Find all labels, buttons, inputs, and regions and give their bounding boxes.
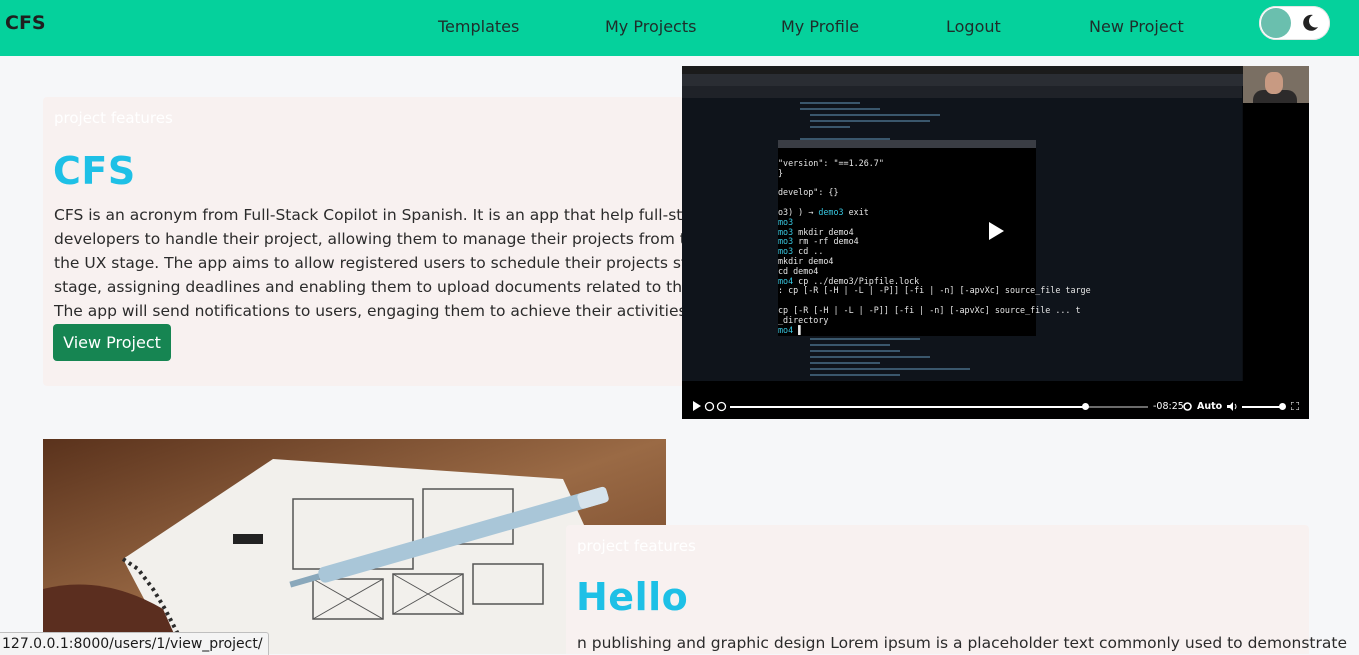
code-line <box>810 362 880 364</box>
terminal-dir: mo3 <box>778 216 794 227</box>
project-description: CFS is an acronym from Full-Stack Copilo… <box>54 206 766 320</box>
terminal-dir: mo4 <box>778 324 794 335</box>
terminal-text: : cp [-R [-H | -L | -P]] [-fi | -n] [-ap… <box>778 285 1091 296</box>
browser-status-url: 127.0.0.1:8000/users/1/view_project/ <box>0 632 269 655</box>
terminal-line: "version": "==1.26.7" <box>778 158 884 168</box>
terminal-text: exit <box>843 207 869 217</box>
terminal-text: mkdir demo4 <box>778 256 834 266</box>
code-line <box>800 108 880 110</box>
project-title: Hello <box>576 575 689 619</box>
video-controls: -08:25 Auto <box>682 381 1309 419</box>
terminal-text: mkdir demo4 <box>793 226 854 237</box>
terminal-line: mkdir demo4 <box>778 256 833 266</box>
terminal-text: rm -rf demo4 <box>793 236 859 247</box>
terminal-dir: mo3 <box>778 236 794 247</box>
terminal-dir: demo3 <box>818 207 844 217</box>
terminal-text: cp [-R [-H | -L | -P]] [-fi | -n] [-apvX… <box>778 305 1081 315</box>
project-description: n publishing and graphic design Lorem ip… <box>577 634 1347 652</box>
settings-gear-icon[interactable] <box>1182 401 1193 412</box>
video-player[interactable]: "version": "==1.26.7"} develop": {} o3) ) … <box>682 66 1309 419</box>
fullscreen-icon[interactable] <box>1291 402 1299 410</box>
browser-tab-bar <box>682 74 1309 86</box>
volume-thumb[interactable] <box>1279 403 1286 410</box>
code-line <box>810 120 930 122</box>
video-side-strip <box>1243 103 1309 381</box>
terminal-text: cd .. <box>793 246 824 257</box>
terminal-line: cd demo4 <box>778 266 818 276</box>
code-line <box>810 344 890 346</box>
terminal-text: "version": "==1.26.7" <box>778 158 884 168</box>
terminal-line: mo3 cd .. <box>778 246 823 256</box>
terminal-dir: mo4 <box>778 275 794 286</box>
progress-fill <box>730 406 1086 408</box>
terminal-prompt: o3) ) → <box>778 207 819 217</box>
rewind-icon[interactable] <box>704 401 715 412</box>
browser-url-bar <box>682 86 1242 98</box>
project-title: CFS <box>53 149 136 193</box>
moon-icon <box>1303 14 1318 31</box>
progress-thumb[interactable] <box>1082 403 1090 410</box>
toggle-knob <box>1261 8 1291 38</box>
terminal-line: mo4 cp ../demo3/Pipfile.lock <box>778 276 919 286</box>
terminal-line: _directory <box>778 315 828 325</box>
terminal-line: mo3 rm -rf demo4 <box>778 236 859 246</box>
terminal-line: o3) ) → demo3 exit <box>778 207 869 217</box>
terminal-line: develop": {} <box>778 187 839 197</box>
terminal-line: : cp [-R [-H | -L | -P]] [-fi | -n] [-ap… <box>778 285 1091 295</box>
theme-toggle[interactable] <box>1259 6 1330 40</box>
terminal-line: mo3 <box>778 217 793 227</box>
terminal-line: } <box>778 168 783 178</box>
project-card: project features Hello n publishing and … <box>566 525 1347 654</box>
webcam-head <box>1265 72 1283 94</box>
terminal-text: cp ../demo3/Pipfile.lock <box>793 275 920 286</box>
progress-bar[interactable] <box>730 403 1148 410</box>
forward-icon[interactable] <box>716 401 727 412</box>
code-line <box>810 368 970 370</box>
card-eyebrow: project features <box>54 109 173 127</box>
nav-link-my-profile[interactable]: My Profile <box>781 17 859 36</box>
webcam-overlay <box>1243 66 1309 103</box>
brand-logo[interactable]: CFS <box>5 12 46 34</box>
view-project-button[interactable]: View Project <box>53 324 171 361</box>
time-remaining: -08:25 <box>1153 401 1184 412</box>
code-line <box>810 338 920 340</box>
volume-slider[interactable] <box>1242 406 1282 408</box>
nav-link-new-project[interactable]: New Project <box>1089 17 1184 36</box>
terminal-dir: mo3 <box>778 246 794 257</box>
nav-link-my-projects[interactable]: My Projects <box>605 17 696 36</box>
terminal-text: ▌ <box>793 324 804 335</box>
code-line <box>810 126 850 128</box>
nav-link-logout[interactable]: Logout <box>946 17 1001 36</box>
navbar: CFS Templates My Projects My Profile Log… <box>0 0 1359 56</box>
card-eyebrow: project features <box>577 537 696 555</box>
terminal-text: _directory <box>778 314 829 325</box>
terminal-text: develop": {} <box>778 187 839 198</box>
terminal-line: mo4 ▌ <box>778 325 803 335</box>
play-icon[interactable] <box>987 221 1005 241</box>
terminal-dir: mo3 <box>778 226 794 237</box>
code-line <box>810 356 930 358</box>
code-line <box>810 114 940 116</box>
terminal-text: cd demo4 <box>778 265 819 276</box>
play-small-icon[interactable] <box>692 401 702 411</box>
terminal-line: cp [-R [-H | -L | -P]] [-fi | -n] [-apvX… <box>778 305 1081 315</box>
project-card: project features CFS CFS is an acronym f… <box>43 97 782 386</box>
quality-label[interactable]: Auto <box>1197 401 1222 412</box>
menu-bar <box>682 66 1309 74</box>
code-line <box>810 350 900 352</box>
code-line <box>800 102 860 104</box>
nav-link-templates[interactable]: Templates <box>438 17 519 36</box>
terminal-text: } <box>778 167 784 178</box>
volume-icon[interactable] <box>1226 401 1238 412</box>
terminal-line: mo3 mkdir demo4 <box>778 227 854 237</box>
code-line <box>810 374 900 376</box>
